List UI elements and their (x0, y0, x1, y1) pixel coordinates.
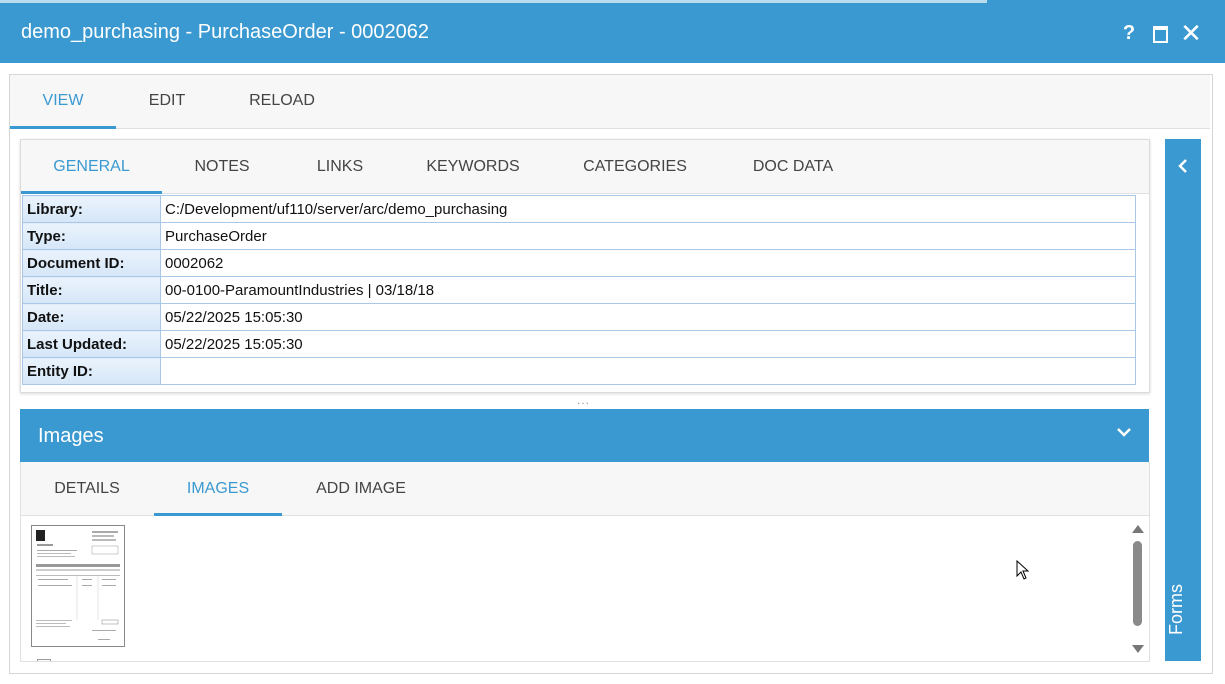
images-list (20, 516, 1150, 662)
chevron-down-icon[interactable] (1115, 423, 1133, 441)
tab-edit[interactable]: EDIT (130, 75, 204, 128)
table-row: Type: PurchaseOrder (22, 222, 1136, 250)
property-key: Last Updated: (22, 330, 161, 358)
general-panel: GENERAL NOTES LINKS KEYWORDS CATEGORIES … (20, 139, 1150, 393)
property-value[interactable]: C:/Development/uf110/server/arc/demo_pur… (160, 195, 1136, 223)
view-toolbar: VIEW EDIT RELOAD (10, 75, 1210, 129)
tab-notes[interactable]: NOTES (181, 140, 263, 193)
images-panel-title: Images (38, 425, 104, 447)
property-key: Date: (22, 303, 161, 331)
property-key: Document ID: (22, 249, 161, 277)
images-scrollbar[interactable] (1131, 522, 1145, 656)
property-value[interactable]: PurchaseOrder (160, 222, 1136, 250)
property-key: Entity ID: (22, 357, 161, 385)
loading-indicator (0, 0, 987, 3)
window-titlebar[interactable]: demo_purchasing - PurchaseOrder - 000206… (0, 4, 1225, 63)
maximize-icon (1153, 26, 1168, 43)
tab-links[interactable]: LINKS (301, 140, 379, 193)
tab-reload[interactable]: RELOAD (235, 75, 329, 128)
table-row: Title: 00-0100-ParamountIndustries | 03/1… (22, 276, 1136, 304)
images-panel-header[interactable]: Images (20, 409, 1149, 462)
mouse-cursor-icon (1016, 560, 1030, 580)
panel-splitter-handle[interactable]: ... (577, 394, 590, 406)
document-thumbnail[interactable] (31, 525, 125, 647)
property-value[interactable]: 05/22/2025 15:05:30 (160, 330, 1136, 358)
general-tabbar: GENERAL NOTES LINKS KEYWORDS CATEGORIES … (21, 140, 1149, 194)
scroll-down-icon[interactable] (1132, 645, 1144, 653)
tab-general[interactable]: GENERAL (21, 140, 162, 194)
table-row: Last Updated: 05/22/2025 15:05:30 (22, 330, 1136, 358)
property-value[interactable]: 05/22/2025 15:05:30 (160, 303, 1136, 331)
table-row: Document ID: 0002062 (22, 249, 1136, 277)
property-key: Title: (22, 276, 161, 304)
property-key: Library: (22, 195, 161, 223)
tab-images[interactable]: IMAGES (154, 462, 282, 516)
tab-details[interactable]: DETAILS (39, 462, 135, 515)
tab-add-image[interactable]: ADD IMAGE (301, 462, 421, 515)
tab-view[interactable]: VIEW (10, 75, 116, 129)
table-row: Date: 05/22/2025 15:05:30 (22, 303, 1136, 331)
scroll-up-icon[interactable] (1132, 525, 1144, 533)
tab-keywords[interactable]: KEYWORDS (411, 140, 535, 193)
property-key: Type: (22, 222, 161, 250)
thumbnail-checkbox[interactable] (37, 659, 51, 661)
help-button[interactable]: ? (1116, 18, 1142, 48)
close-button[interactable]: ✕ (1178, 18, 1204, 48)
maximize-button[interactable] (1147, 18, 1173, 48)
images-tabbar: DETAILS IMAGES ADD IMAGE (20, 462, 1150, 516)
property-value[interactable]: 00-0100-ParamountIndustries | 03/18/18 (160, 276, 1136, 304)
property-value[interactable] (160, 357, 1136, 385)
forms-sidebar-label: Forms (1166, 584, 1186, 635)
table-row: Entity ID: (22, 357, 1136, 385)
property-value[interactable]: 0002062 (160, 249, 1136, 277)
tab-categories[interactable]: CATEGORIES (569, 140, 701, 193)
forms-sidebar[interactable]: Forms (1165, 139, 1201, 661)
chevron-left-icon[interactable] (1177, 157, 1189, 175)
scrollbar-thumb[interactable] (1133, 541, 1142, 626)
table-row: Library: C:/Development/uf110/server/arc/… (22, 195, 1136, 223)
window-title: demo_purchasing - PurchaseOrder - 000206… (21, 21, 430, 43)
tab-doc-data[interactable]: DOC DATA (736, 140, 850, 193)
properties-table: Library: C:/Development/uf110/server/arc/… (22, 195, 1136, 385)
